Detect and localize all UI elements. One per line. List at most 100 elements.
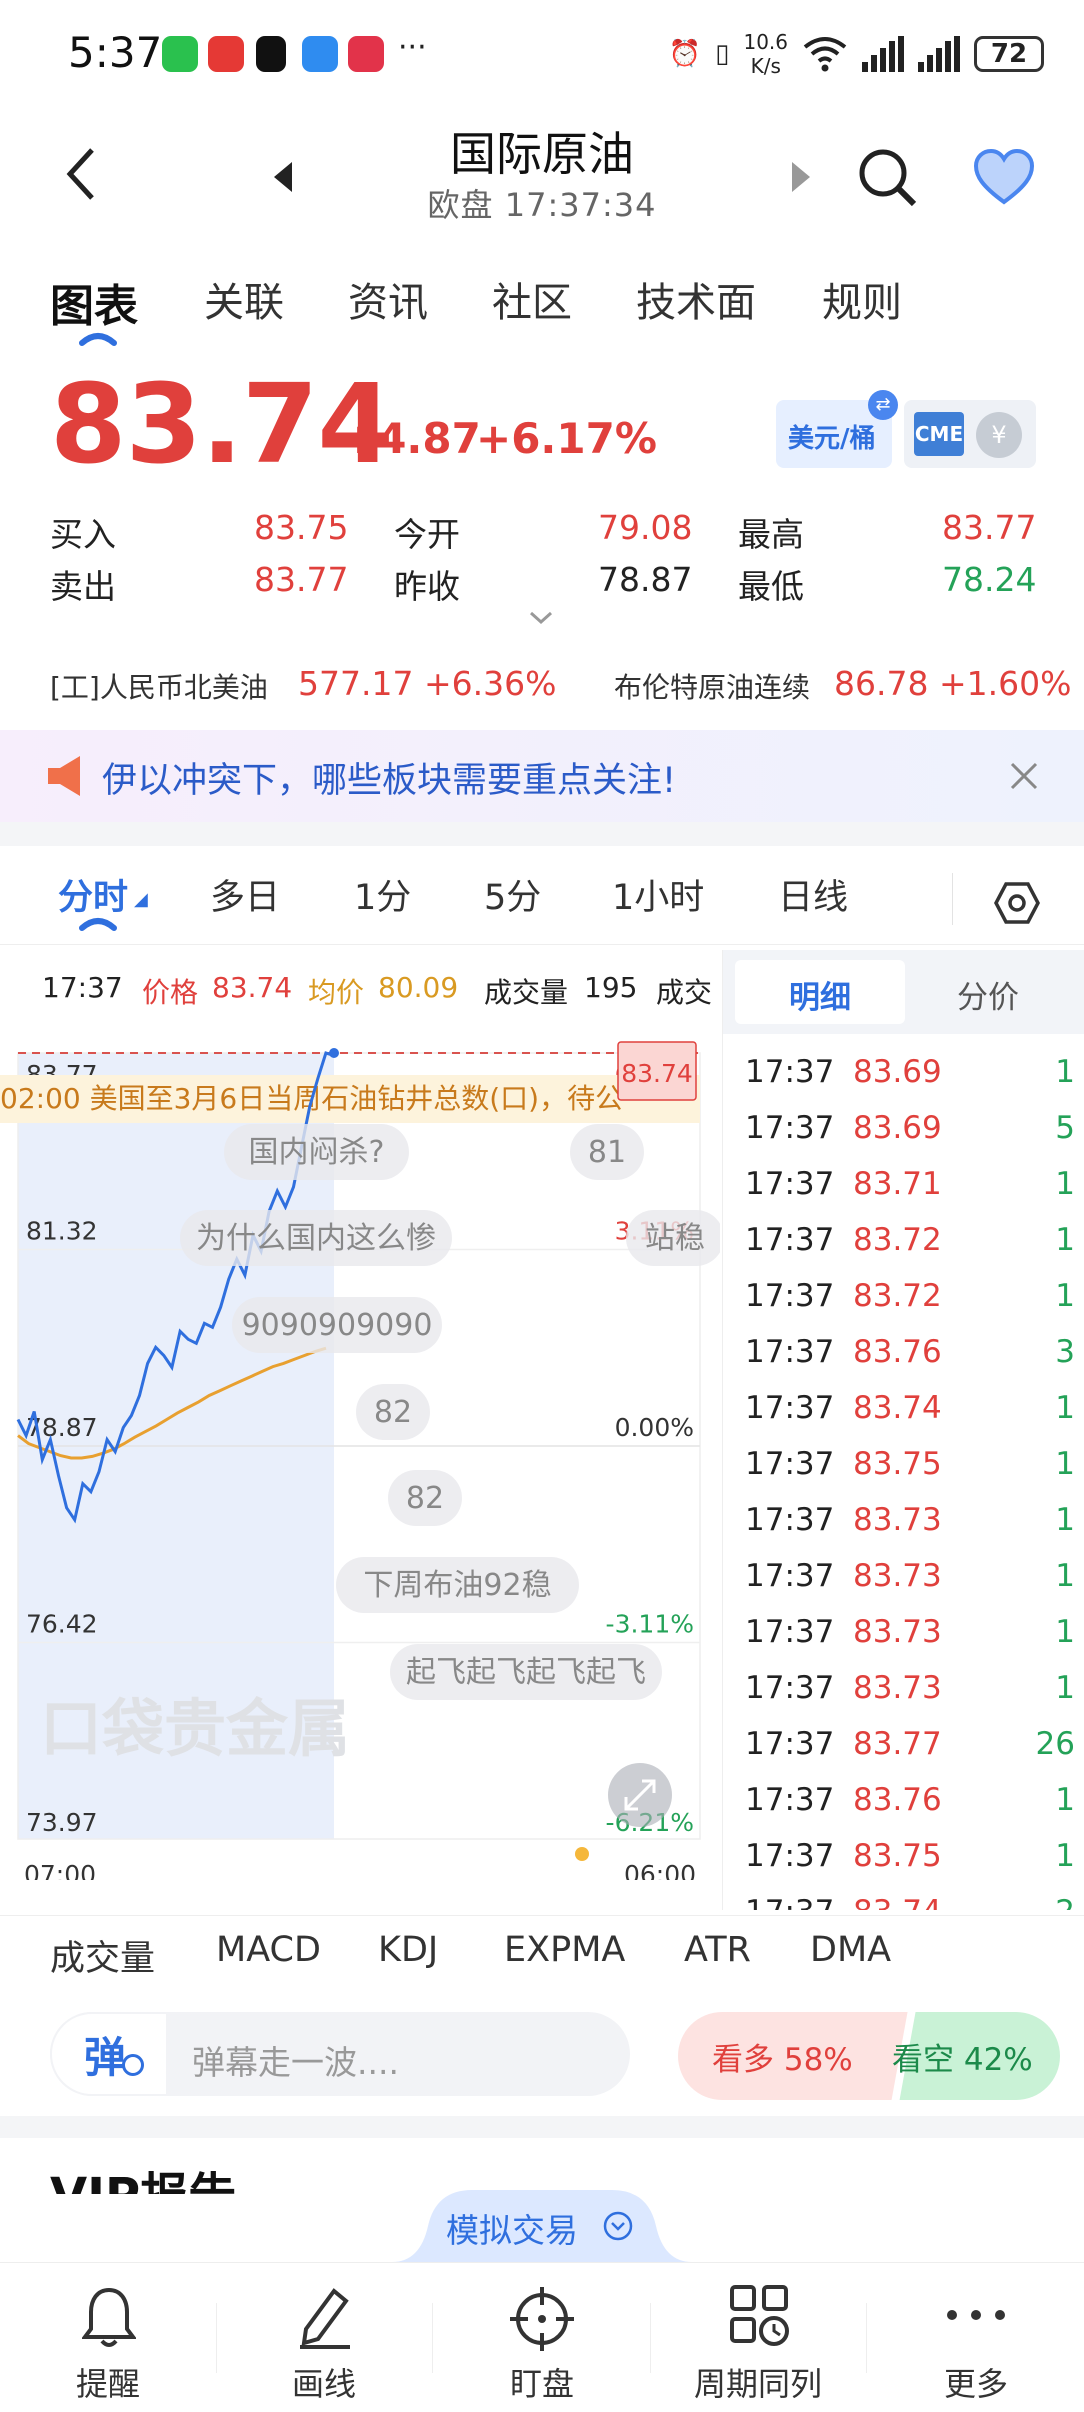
tab-1hour[interactable]: 1小时 [612,869,704,920]
pct-tick-label: -3.11% [606,1610,694,1639]
news-banner[interactable]: 伊以冲突下，哪些板块需要重点关注! [0,730,1084,822]
tab-intraday[interactable]: 分时 [58,869,128,920]
more-notifications-icon: ··· [398,30,427,65]
close-icon[interactable] [1008,760,1040,792]
trade-price: 83.73 [853,1502,942,1538]
main-tabs: 图表 关联 资讯 社区 技术面 规则 [0,262,1084,346]
danmaku-toggle-icon[interactable]: 弹 [84,2024,126,2085]
tab-chart[interactable]: 图表 [50,270,138,334]
nav-more[interactable]: 更多 [876,2263,1076,2412]
indicator-macd[interactable]: MACD [216,1930,321,1970]
nav-separator [866,2303,867,2373]
danmaku-text: 国内闷杀? [249,1135,385,1170]
expand-chevron-icon[interactable] [528,610,554,626]
indicator-tabs: 成交量 MACD KDJ EXPMA ATR DMA [0,1915,1084,1995]
search-icon[interactable] [856,146,920,210]
trade-time: 17:37 [745,1670,835,1706]
trade-price: 83.71 [853,1166,942,1202]
currency-convert-icon: ¥ [976,412,1022,458]
nav-more-label: 更多 [943,2365,1008,2403]
chart-period-tabs: 分时 ◢ 多日 1分 5分 1小时 日线 [0,855,1084,945]
avg-info-value: 80.09 [378,971,459,1004]
tab-news[interactable]: 资讯 [348,270,428,328]
bull-vote-label[interactable]: 看多 58% [712,2034,853,2079]
bear-vote-label[interactable]: 看空 42% [892,2034,1033,2079]
nav-alert[interactable]: 提醒 [8,2263,208,2412]
trade-price: 83.72 [853,1222,942,1258]
prev-close-label: 昨收 [394,567,460,606]
wechat-icon [162,36,198,72]
trade-time: 17:37 [745,1222,835,1258]
trade-time: 17:37 [745,1446,835,1482]
more-info-label: 成交 [656,976,713,1009]
price-info-label: 价格 [142,976,199,1009]
indicator-kdj[interactable]: KDJ [378,1930,438,1970]
next-instrument-icon[interactable] [788,160,814,194]
tab-trade-detail[interactable]: 明细 [789,972,851,1017]
trade-volume: 26 [1035,1726,1075,1762]
nav-period-compare-label: 周期同列 [693,2365,822,2403]
tab-5min[interactable]: 5分 [484,869,541,920]
related-name-1[interactable]: [工]人民币北美油 [50,666,268,706]
sim-trade-label[interactable]: 模拟交易 [446,2204,578,2252]
chart-canvas[interactable]: 口袋贵金属83.776.21%81.323.11%78.870.00%76.42… [0,1020,752,1889]
net-speed: 10.6 K/s [743,30,788,78]
indicator-dma[interactable]: DMA [810,1930,891,1970]
trade-price: 83.74 [853,1894,942,1910]
tab-related[interactable]: 关联 [204,270,284,328]
bell-icon [82,2287,136,2347]
trade-price: 83.77 [853,1726,942,1762]
trade-volume: 1 [1055,1502,1075,1538]
chart-settings-icon[interactable] [994,881,1040,925]
vip-report-title[interactable]: VIP报告 [50,2166,236,2194]
alarm-icon: ⏰ [668,39,702,69]
volume-info-value: 195 [584,971,638,1004]
trade-price: 83.76 [853,1782,942,1818]
tab-price-distribution[interactable]: 分价 [957,972,1019,1017]
nav-draw[interactable]: 画线 [224,2263,424,2412]
trade-time: 17:37 [745,1726,835,1762]
y-tick-label: 81.32 [26,1217,98,1246]
prev-close-value: 78.87 [598,560,693,599]
tab-daily[interactable]: 日线 [778,869,848,920]
tab-technical[interactable]: 技术面 [636,270,756,328]
trade-price: 83.72 [853,1278,942,1314]
trade-volume: 2 [1055,1894,1075,1910]
tab-multi-day[interactable]: 多日 [210,869,280,920]
tab-rules[interactable]: 规则 [822,270,902,328]
related-value-2[interactable]: 86.78 +1.60% [834,664,1071,703]
price-change: +4.87 [342,414,481,463]
unit-chip[interactable]: 美元/桶 ⇄ [776,390,898,468]
active-tab-indicator [79,333,117,346]
trade-volume: 1 [1055,1838,1075,1874]
exchange-chip[interactable]: CME ¥ [904,400,1036,468]
related-value-1[interactable]: 577.17 +6.36% [298,664,556,703]
danmaku-text: 9090909090 [242,1308,433,1343]
favorite-heart-icon[interactable] [972,148,1036,206]
megaphone-icon [48,756,80,796]
danmaku-input-bar: 弹 弹幕走一波.... 看多 58% 看空 42% [0,2008,1084,2108]
nav-period-compare[interactable]: 周期同列 [658,2263,858,2412]
expand-up-icon[interactable] [602,2210,634,2242]
more-dots-icon [947,2310,1005,2320]
trade-time: 17:37 [745,1278,835,1314]
indicator-expma[interactable]: EXPMA [504,1930,625,1970]
nav-watch[interactable]: 盯盘 [442,2263,642,2412]
tab-community[interactable]: 社区 [492,270,572,328]
intraday-chart[interactable]: 口袋贵金属83.776.21%81.323.11%78.870.00%76.42… [0,1020,752,1889]
danmaku-text: 82 [406,1481,444,1516]
zhang-app-icon [348,36,384,72]
tab-1min[interactable]: 1分 [354,869,411,920]
trade-time: 17:37 [745,1334,835,1370]
wifi-icon [803,37,847,72]
tiktok-icon [256,36,286,72]
trade-volume: 1 [1055,1278,1075,1314]
related-name-2[interactable]: 布伦特原油连续 [614,666,810,706]
trade-time: 17:37 [745,1558,835,1594]
tab-separator [952,873,953,925]
indicator-volume[interactable]: 成交量 [50,1930,155,1981]
indicator-atr[interactable]: ATR [684,1930,751,1970]
intraday-dropdown-icon: ◢ [134,889,148,910]
high-value: 83.77 [942,508,1037,547]
buy-value: 83.75 [254,508,349,547]
